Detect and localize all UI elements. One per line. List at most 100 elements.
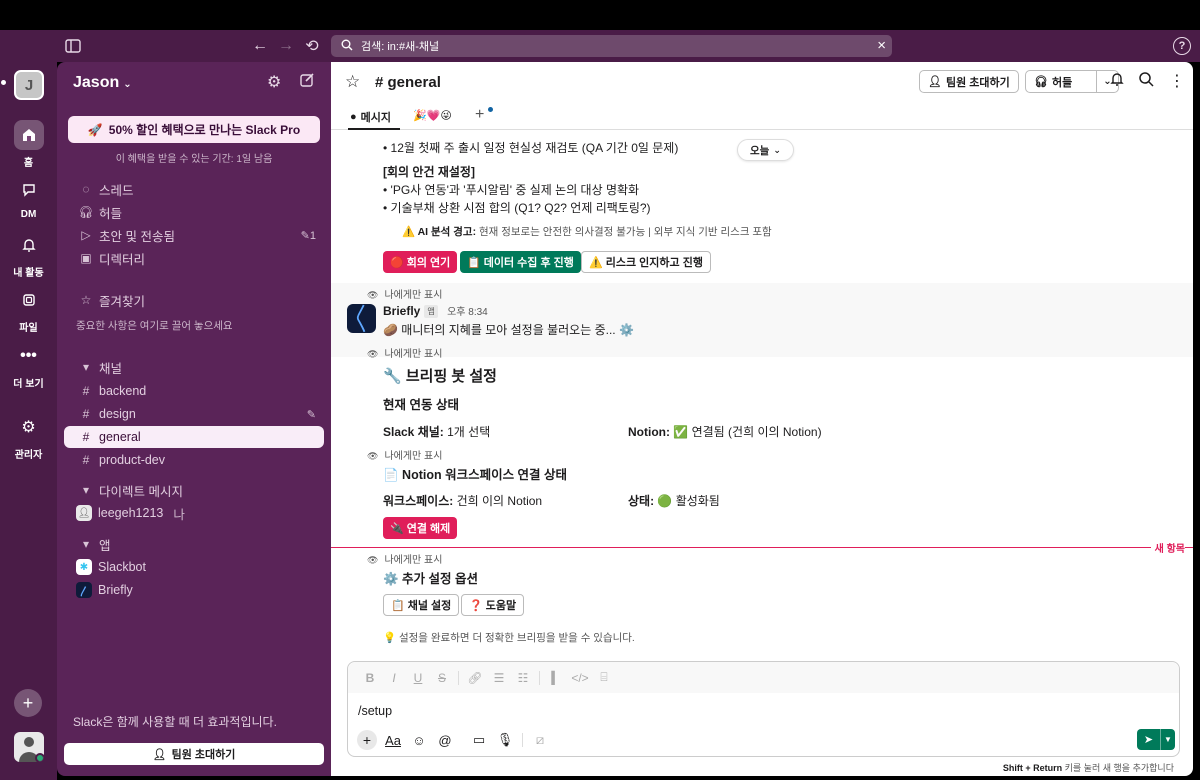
emoji-icon[interactable]: ☺ [406, 733, 432, 748]
bold-icon[interactable]: B [358, 671, 382, 685]
bell-icon[interactable] [1109, 71, 1125, 92]
kebab-menu-icon[interactable]: ⋮ [1169, 71, 1185, 91]
status-title: 현재 연동 상태 [383, 398, 459, 412]
channel-label: backend [99, 384, 147, 398]
slackbot-icon: ✱ [76, 559, 92, 575]
dm-header: 다이렉트 메시지 [99, 484, 183, 499]
forward-arrow-icon[interactable]: → [275, 35, 297, 57]
invite-member-button[interactable]: 👤︎ 팀원 초대하기 [919, 70, 1019, 93]
rail-files[interactable]: 파일 [0, 285, 57, 334]
date-label: 오늘 [750, 144, 770, 157]
date-divider-button[interactable]: 오늘 ⌄ [737, 139, 794, 161]
channel-label: product-dev [99, 453, 166, 467]
star-icon[interactable]: ☆ [345, 72, 360, 92]
collect-data-button[interactable]: 📋 데이터 수집 후 진행 [460, 251, 581, 273]
attach-plus-icon[interactable]: + [357, 730, 377, 750]
send-button[interactable]: ➤ ▼ [1137, 729, 1175, 750]
rail-activity[interactable]: 내 활동 [0, 230, 57, 279]
channel-title[interactable]: # general [375, 74, 441, 91]
settings-title: 🔧 브리핑 봇 설정 [383, 368, 497, 385]
tab-emoji[interactable]: 🎉💗😜 [413, 109, 452, 122]
help-icon[interactable]: ? [1173, 37, 1191, 55]
promo-button[interactable]: 🚀 50% 할인 혜택으로 만나는 Slack Pro [68, 116, 320, 143]
huddle-button[interactable]: 🎧︎ 허들 ⌄ [1025, 70, 1119, 93]
sidebar-item-directory[interactable]: ▣ 디렉터리 [64, 247, 324, 269]
sidebar-dm-self[interactable]: 👤︎ leegeh1213 나 [64, 502, 324, 524]
link-icon[interactable]: 🔗︎ [463, 671, 487, 685]
sidebar-toggle-icon[interactable] [62, 35, 84, 57]
add-tab-icon[interactable]: + [475, 106, 484, 124]
sidebar-channel-general[interactable]: # general [64, 426, 324, 448]
blockquote-icon[interactable]: ▍ [544, 671, 568, 685]
search-bar[interactable]: 검색: in:#새-채널 × [331, 35, 892, 57]
bulleted-list-icon[interactable]: ☷ [511, 671, 535, 685]
headphones-icon: 🎧︎ [78, 205, 94, 219]
settings-gear-icon[interactable]: ⚙ [267, 72, 281, 92]
rail-dm[interactable]: DM [0, 175, 57, 220]
workspace-avatar[interactable]: J [14, 70, 44, 100]
apps-section-header[interactable]: ▾ 앱 [64, 533, 324, 555]
history-icon[interactable]: ⟲ [301, 35, 323, 57]
star-icon: ☆ [80, 293, 92, 307]
mention-icon[interactable]: @ [432, 733, 458, 748]
briefly-avatar[interactable]: 〳〵 [347, 304, 376, 333]
workspace-status: 워크스페이스: 건희 이의 Notion [383, 494, 543, 508]
rail-home[interactable]: 홈 [0, 120, 57, 169]
new-messages-divider [331, 547, 1193, 548]
sidebar-item-threads[interactable]: ◌ 스레드 [64, 178, 324, 200]
send-arrow-icon[interactable]: ➤ [1137, 729, 1161, 750]
caret-down-icon: ▾ [82, 537, 90, 551]
tab-messages[interactable]: ● 메시지 [350, 109, 391, 125]
search-icon[interactable] [1138, 71, 1154, 92]
disconnect-button[interactable]: 🔌 연결 해제 [383, 517, 458, 539]
bot-name[interactable]: Briefly [383, 304, 420, 318]
channel-label: design [99, 407, 136, 421]
strikethrough-icon[interactable]: S [430, 671, 454, 685]
search-clear-icon[interactable]: × [877, 37, 886, 54]
user-icon: 👤︎ [76, 505, 92, 521]
sidebar-item-favorites[interactable]: ☆ 즐겨찾기 [64, 289, 324, 311]
sidebar-item-drafts[interactable]: ▷ 초안 및 전송됨 ✎1 [64, 224, 324, 246]
postpone-meeting-button[interactable]: 🔴 회의 연기 [383, 251, 458, 273]
sidebar-channel-product-dev[interactable]: # product-dev [64, 449, 324, 471]
accept-risk-button[interactable]: ⚠️ 리스크 인지하고 진행 [581, 251, 711, 273]
dm-section-header[interactable]: ▾ 다이렉트 메시지 [64, 479, 324, 501]
sidebar-app-briefly[interactable]: 〳 Briefly [64, 579, 324, 601]
italic-icon[interactable]: I [382, 671, 406, 685]
code-icon[interactable]: </> [568, 671, 592, 685]
sidebar-app-slackbot[interactable]: ✱ Slackbot [64, 556, 324, 578]
hash-icon: # [82, 407, 90, 421]
text-format-icon[interactable]: Aa [380, 733, 406, 748]
video-icon[interactable]: ▭ [466, 732, 492, 748]
channel-tabs: ● 메시지 🎉💗😜 + [331, 102, 1193, 130]
code-block-icon[interactable]: ⌸ [592, 670, 616, 685]
back-arrow-icon[interactable]: ← [249, 35, 271, 57]
rail-admin[interactable]: ⚙ 관리자 [0, 412, 57, 461]
send-options-chevron-icon[interactable]: ▼ [1161, 729, 1175, 750]
caret-down-icon: ▾ [82, 360, 90, 374]
channel-header: ☆ # general 👤︎ 팀원 초대하기 🎧︎ 허들 ⌄ ⋮ [331, 62, 1193, 102]
sidebar-channel-backend[interactable]: # backend [64, 380, 324, 402]
slash-command-icon[interactable]: ⧄ [527, 732, 553, 748]
channel-settings-button[interactable]: 📋 채널 설정 [383, 594, 460, 616]
user-avatar[interactable] [14, 732, 44, 762]
message-input[interactable]: /setup [358, 704, 392, 718]
underline-icon[interactable]: U [406, 671, 430, 685]
help-button[interactable]: ❓ 도움말 [461, 594, 525, 616]
channels-section-header[interactable]: ▾ 채널 [64, 356, 324, 378]
sidebar-item-huddles[interactable]: 🎧︎ 허들 [64, 201, 324, 223]
invite-member-label: 팀원 초대하기 [945, 76, 1010, 89]
sidebar-invite-button[interactable]: 👤︎ 팀원 초대하기 [64, 743, 324, 765]
workspace-name-button[interactable]: Jason ⌄ [73, 74, 132, 92]
message-text: • 'PG사 연동'과 '푸시알림' 중 실제 논의 대상 명확화 [383, 183, 640, 197]
hash-icon: # [82, 453, 90, 467]
rail-more[interactable]: ••• 더 보기 [0, 341, 57, 390]
add-workspace-button[interactable]: + [14, 689, 42, 717]
ordered-list-icon[interactable]: ☰ [487, 671, 511, 685]
message-composer[interactable]: B I U S 🔗︎ ☰ ☷ ▍ </> ⌸ /setup + Aa ☺ @ ▭… [347, 661, 1180, 757]
sidebar-channel-design[interactable]: # design ✎ [64, 403, 324, 425]
add-user-icon: 👤︎ [152, 748, 167, 761]
microphone-icon[interactable]: 🎙︎ [492, 732, 518, 748]
compose-icon[interactable] [299, 72, 315, 93]
message-timestamp[interactable]: 오후 8:34 [447, 307, 488, 318]
